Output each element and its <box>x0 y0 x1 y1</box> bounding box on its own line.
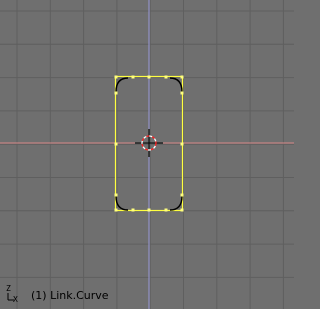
curve-vertex[interactable] <box>164 208 168 212</box>
curve-vertex[interactable] <box>180 193 184 197</box>
curve-vertex[interactable] <box>114 142 118 146</box>
curve-vertex[interactable] <box>131 75 135 79</box>
curve-vertex[interactable] <box>180 91 184 95</box>
axis-gizmo-x-label: X <box>13 295 18 304</box>
curve-vertex[interactable] <box>164 75 168 79</box>
corner-top-left <box>115 77 129 93</box>
curve-vertex[interactable] <box>114 91 118 95</box>
3d-cursor[interactable] <box>135 129 163 157</box>
corner-bottom-left <box>115 195 129 211</box>
curve-vertex[interactable] <box>114 75 118 79</box>
curve-vertex[interactable] <box>147 75 151 79</box>
curve-vertex[interactable] <box>131 208 135 212</box>
grid <box>0 0 294 309</box>
object-name-label: (1) Link.Curve <box>31 289 109 302</box>
corner-top-right <box>169 77 183 93</box>
curve-vertex[interactable] <box>180 75 184 79</box>
curve-vertex[interactable] <box>147 208 151 212</box>
curve-vertex[interactable] <box>180 142 184 146</box>
viewport-scene[interactable] <box>0 0 294 309</box>
3d-viewport[interactable]: Z X (1) Link.Curve <box>0 0 294 309</box>
curve-vertex[interactable] <box>114 208 118 212</box>
curve-vertex[interactable] <box>180 208 184 212</box>
axis-gizmo-z-label: Z <box>6 284 11 293</box>
curve-vertex[interactable] <box>114 193 118 197</box>
corner-bottom-right <box>169 195 183 211</box>
